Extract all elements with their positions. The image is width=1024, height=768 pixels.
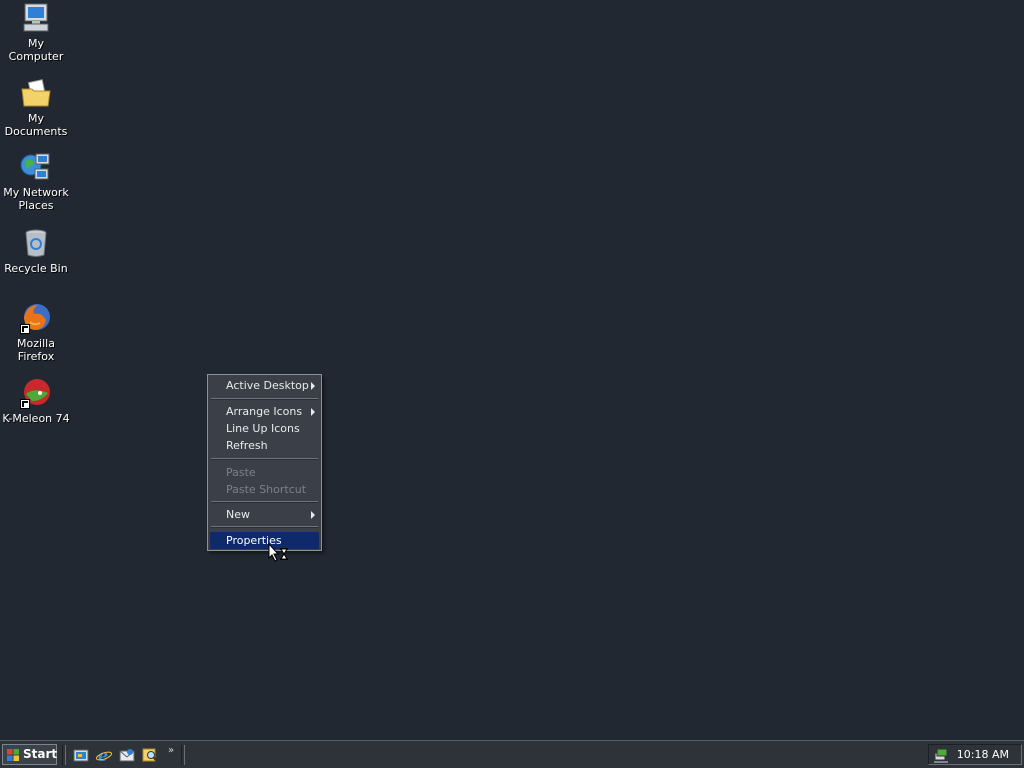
- desktop-icon-k-meleon[interactable]: K-Meleon 74: [0, 377, 72, 425]
- outlook-express-icon[interactable]: [119, 747, 135, 763]
- menu-item-label: Active Desktop: [226, 379, 309, 392]
- submenu-arrow-icon: [311, 382, 315, 390]
- menu-item-arrange-icons[interactable]: Arrange Icons: [210, 403, 319, 420]
- system-tray: 10:18 AM: [928, 744, 1022, 765]
- menu-separator: [211, 501, 318, 503]
- shortcut-arrow-icon: [20, 399, 30, 409]
- menu-item-label: Paste Shortcut: [226, 483, 307, 496]
- start-button[interactable]: Start: [2, 744, 57, 765]
- menu-item-label: Arrange Icons: [226, 405, 303, 418]
- desktop-icon-label: Mozilla Firefox: [17, 337, 55, 363]
- start-label: Start: [23, 747, 58, 761]
- firefox-icon: [20, 302, 52, 334]
- taskbar-divider: [62, 745, 66, 765]
- computer-icon: [20, 2, 52, 34]
- recycle-bin-icon: [20, 227, 52, 259]
- search-icon[interactable]: [142, 747, 158, 763]
- menu-item-label: Line Up Icons: [226, 422, 300, 435]
- quick-launch-overflow-chevron[interactable]: »: [168, 745, 174, 756]
- desktop-icon-mozilla-firefox[interactable]: Mozilla Firefox: [0, 302, 72, 363]
- desktop-icon-label: My Network Places: [3, 186, 69, 212]
- desktop-icon-my-network-places[interactable]: My Network Places: [0, 151, 72, 212]
- menu-separator: [211, 458, 318, 460]
- submenu-arrow-icon: [311, 408, 315, 416]
- internet-explorer-icon[interactable]: e: [96, 747, 112, 763]
- menu-item-refresh[interactable]: Refresh: [210, 437, 319, 454]
- menu-item-properties[interactable]: Properties: [210, 532, 319, 549]
- menu-item-line-up-icons[interactable]: Line Up Icons: [210, 420, 319, 437]
- menu-item-paste: Paste: [210, 464, 319, 481]
- menu-item-label: Paste: [226, 466, 256, 479]
- busy-cursor-icon: [268, 542, 288, 565]
- desktop-icon-recycle-bin[interactable]: Recycle Bin: [0, 227, 72, 275]
- menu-item-label: New: [226, 508, 250, 521]
- menu-item-label: Refresh: [226, 439, 268, 452]
- taskbar-divider: [181, 745, 185, 765]
- desktop-icon-label: My Computer: [8, 37, 64, 63]
- submenu-arrow-icon: [311, 511, 315, 519]
- kmeleon-icon: [20, 377, 52, 409]
- clock[interactable]: 10:18 AM: [957, 748, 1009, 761]
- shortcut-arrow-icon: [20, 324, 30, 334]
- windows-logo-icon: [7, 749, 19, 761]
- show-desktop-icon[interactable]: [73, 747, 89, 763]
- desktop-icon-label: Recycle Bin: [4, 262, 68, 275]
- network-tray-icon[interactable]: [933, 747, 949, 763]
- network-places-icon: [20, 151, 52, 183]
- folder-documents-icon: [20, 77, 52, 109]
- desktop-icon-label: My Documents: [4, 112, 68, 138]
- menu-item-new[interactable]: New: [210, 506, 319, 523]
- desktop-context-menu: Active Desktop Arrange Icons Line Up Ico…: [207, 374, 322, 551]
- menu-separator: [211, 398, 318, 400]
- menu-item-paste-shortcut: Paste Shortcut: [210, 481, 319, 498]
- desktop-icon-label: K-Meleon 74: [2, 412, 70, 425]
- menu-separator: [211, 526, 318, 528]
- desktop-icon-my-documents[interactable]: My Documents: [0, 77, 72, 138]
- menu-item-active-desktop[interactable]: Active Desktop: [210, 377, 319, 394]
- taskbar: Start e » 10:18 AM: [0, 740, 1024, 768]
- desktop-icon-my-computer[interactable]: My Computer: [0, 2, 72, 63]
